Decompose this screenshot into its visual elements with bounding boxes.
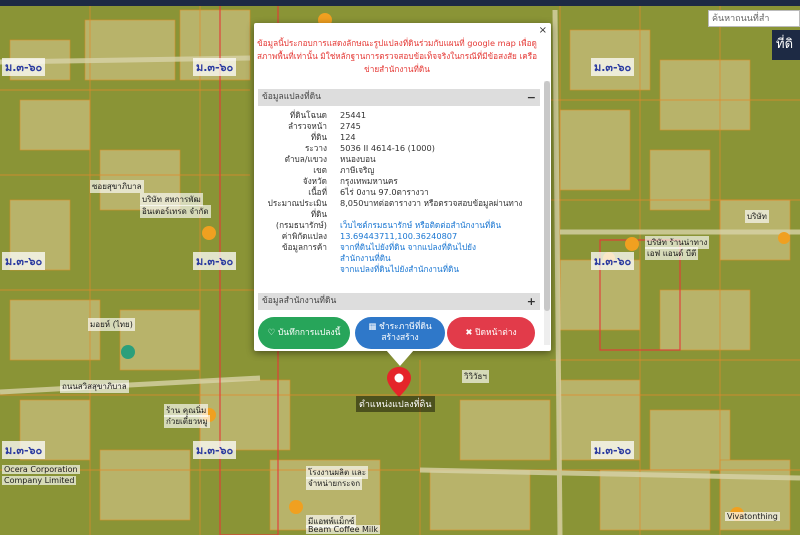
detail-value: ภาษีเจริญ: [340, 165, 375, 175]
map-place-label: อินเตอร์เทรด จำกัด: [140, 205, 211, 218]
detail-label: [258, 253, 340, 264]
parcel-info-popup: × ข้อมูลนี้ประกอบการแสดงลักษณะรูปแปลงที่…: [254, 23, 551, 351]
directions-link[interactable]: จากแปลงที่ดินไปยังสำนักงานที่ดิน: [340, 264, 540, 275]
detail-label: ตำบล/แขวง: [284, 154, 327, 164]
detail-row: จากแปลงที่ดินไปยังสำนักงานที่ดิน: [258, 264, 540, 275]
pay-land-tax-button[interactable]: ▦ ชำระภาษีที่ดิน สร้างสร้าง: [355, 317, 445, 349]
zone-label: ม.๓-๖๐: [2, 441, 46, 459]
button-label: สร้างสร้าง: [381, 333, 419, 343]
zone-label: ม.๓-๖๐: [591, 58, 635, 76]
section-header-parcel[interactable]: ข้อมูลแปลงที่ดิน −: [258, 89, 540, 106]
detail-row: ระวาง 5036 II 4614-16 (1000): [258, 143, 540, 154]
zone-label: ม.๓-๖๐: [591, 441, 635, 459]
detail-row: ที่ดิน 124: [258, 132, 540, 143]
coordinates-link[interactable]: 13.69443711,100.36240807: [340, 231, 540, 242]
section-header-office[interactable]: ข้อมูลสำนักงานที่ดิน +: [258, 293, 540, 310]
disclaimer-text: ข้อมูลนี้ประกอบการแสดงลักษณะรูปแปลงที่ดิ…: [256, 38, 538, 74]
location-pin-icon[interactable]: [387, 367, 411, 397]
popup-scrollbar[interactable]: [544, 81, 550, 345]
map-place-label: ซอยสุขาภิบาล: [90, 180, 144, 193]
detail-row: สำนักงานที่ดิน: [258, 253, 540, 264]
top-bar: [0, 0, 800, 6]
map-place-label: มอยห์ (ไทย): [88, 318, 135, 331]
expand-icon[interactable]: +: [527, 293, 536, 310]
map-place-label: Company Limited: [2, 476, 77, 485]
map-place-label: จำหน่ายกระจก: [306, 477, 363, 490]
detail-row: ข้อมูลการค้า จากที่ดินไปยังที่ดิน จากแปลง…: [258, 242, 540, 253]
zone-label: ม.๓-๖๐: [591, 252, 635, 270]
marker-label: ตำแหน่งแปลงที่ดิน: [356, 396, 435, 412]
detail-label: ที่ดิน: [310, 132, 327, 142]
detail-row: เนื้อที่ 6ไร่ 0งาน 97.0ตารางวา: [258, 187, 540, 198]
detail-label: ข้อมูลการค้า: [282, 242, 327, 252]
detail-value: 2745: [340, 121, 361, 131]
detail-label: ระวาง: [305, 143, 327, 153]
map-place-label: เอฟ แอนด์ บีตี: [645, 247, 699, 260]
collapse-icon[interactable]: −: [527, 89, 536, 106]
close-icon[interactable]: ×: [539, 25, 547, 36]
popup-pointer: [386, 350, 414, 366]
detail-row: ประมาณประเมินที่ดิน 8,050บาทต่อตารางวา หร…: [258, 198, 540, 220]
section-title: ข้อมูลแปลงที่ดิน: [262, 92, 321, 102]
detail-label: (กรมธนารักษ์): [275, 220, 327, 230]
detail-row: เขต ภาษีเจริญ: [258, 165, 540, 176]
detail-row: ค่าพิกัดแปลง 13.69443711,100.36240807: [258, 231, 540, 242]
button-label: ♡ บันทึกการแปลงนี้: [267, 327, 341, 338]
map-place-label: Vivatonthing: [725, 512, 780, 521]
detail-value: หนองบอน: [340, 154, 376, 164]
map-place-label: Beam Coffee Milk: [306, 525, 381, 534]
button-label: ✖ ปิดหน้าต่าง: [465, 327, 517, 338]
map-place-label: ก๋วยเตี๋ยวหมู: [164, 415, 210, 428]
detail-value: กรุงเทพมหานคร: [340, 176, 398, 186]
treasury-link[interactable]: เว็บไซต์กรมธนารักษ์ หรือติดต่อสำนักงานที…: [340, 220, 540, 231]
detail-label: ประมาณประเมินที่ดิน: [267, 198, 327, 219]
detail-value: 124: [340, 132, 356, 142]
scrollbar-thumb[interactable]: [544, 81, 550, 311]
section-title: ข้อมูลสำนักงานที่ดิน: [262, 296, 337, 306]
detail-label: เนื้อที่: [308, 187, 327, 197]
detail-row: (กรมธนารักษ์) เว็บไซต์กรมธนารักษ์ หรือติด…: [258, 220, 540, 231]
side-menu-button[interactable]: ที่ดิ: [772, 30, 800, 60]
detail-value: 8,050บาทต่อตารางวา หรือตรวจสอบข้อมูลผ่าน…: [340, 198, 523, 208]
map-place-label: วิวิวัธฯ: [462, 370, 489, 383]
detail-value: 5036 II 4614-16 (1000): [340, 143, 435, 153]
directions-link[interactable]: สำนักงานที่ดิน: [340, 253, 540, 264]
map-place-label: บริษัท: [745, 210, 769, 223]
detail-label: ลำรวจหน้า: [288, 121, 327, 131]
zone-label: ม.๓-๖๐: [193, 58, 237, 76]
zone-label: ม.๓-๖๐: [193, 252, 237, 270]
directions-link[interactable]: จากที่ดินไปยังที่ดิน จากแปลงที่ดินไปยัง: [340, 242, 540, 253]
detail-value: 25441: [340, 110, 367, 120]
detail-value: 6ไร่ 0งาน 97.0ตารางวา: [340, 187, 429, 197]
zone-label: ม.๓-๖๐: [2, 252, 46, 270]
detail-label: เขต: [313, 165, 327, 175]
search-input[interactable]: ค้นหาถนนที่สำ: [708, 10, 800, 27]
detail-row: จังหวัด กรุงเทพมหานคร: [258, 176, 540, 187]
map-place-label: ถนนสวิสสุขาภิบาล: [60, 380, 129, 393]
close-window-button[interactable]: ✖ ปิดหน้าต่าง: [447, 317, 535, 349]
map-place-label: Ocera Corporation: [2, 465, 80, 474]
zone-label: ม.๓-๖๐: [2, 58, 46, 76]
detail-row: ที่ดินโฉนด 25441: [258, 110, 540, 121]
detail-label: [258, 264, 340, 275]
detail-label: จังหวัด: [302, 176, 327, 186]
detail-label: ค่าพิกัดแปลง: [281, 231, 327, 241]
parcel-details: ที่ดินโฉนด 25441 ลำรวจหน้า 2745 ที่ดิน 124 …: [258, 110, 540, 275]
detail-label: ที่ดินโฉนด: [289, 110, 327, 120]
detail-row: ลำรวจหน้า 2745: [258, 121, 540, 132]
button-label: ▦ ชำระภาษีที่ดิน: [368, 322, 432, 332]
detail-row: ตำบล/แขวง หนองบอน: [258, 154, 540, 165]
save-parcel-button[interactable]: ♡ บันทึกการแปลงนี้: [258, 317, 350, 349]
zone-label: ม.๓-๖๐: [193, 441, 237, 459]
